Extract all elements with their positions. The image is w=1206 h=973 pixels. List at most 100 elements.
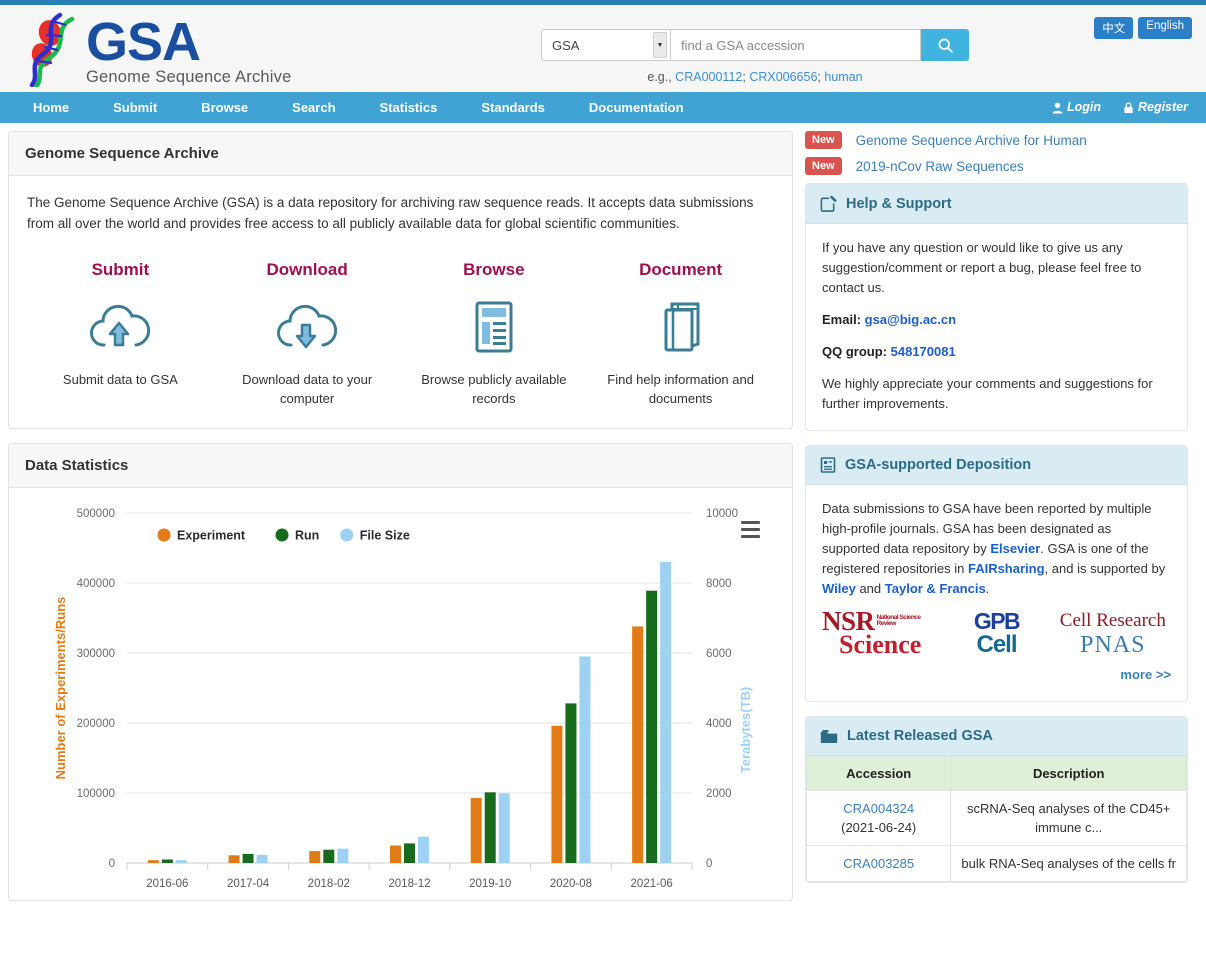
- accession-link[interactable]: CRA004324: [843, 801, 914, 816]
- latest-released-title: Latest Released GSA: [847, 728, 993, 744]
- accession-link[interactable]: CRA003285: [843, 856, 914, 871]
- journal-logo-pnas[interactable]: PNAS: [1080, 635, 1145, 655]
- hamburger-menu-icon[interactable]: [741, 521, 760, 538]
- journal-logo-cell-research[interactable]: Cell Research: [1060, 611, 1166, 631]
- table-row[interactable]: CRA004324 (2021-06-24) scRNA-Seq analyse…: [807, 791, 1187, 846]
- quick-action-browse-desc: Browse publicly available records: [415, 370, 574, 408]
- quick-action-submit[interactable]: Submit Submit data to GSA: [27, 260, 214, 408]
- statistics-chart[interactable]: 0100000200000300000400000500000020004000…: [9, 488, 792, 900]
- qq-label: QQ group:: [822, 344, 887, 359]
- quick-action-browse[interactable]: Browse Browse: [401, 260, 588, 408]
- taylor-francis-link[interactable]: Taylor & Francis: [885, 581, 986, 596]
- col-accession: Accession: [807, 757, 951, 791]
- intro-paragraph: The Genome Sequence Archive (GSA) is a d…: [27, 192, 774, 234]
- nav-item-search[interactable]: Search: [270, 92, 357, 123]
- search-icon: [937, 37, 954, 54]
- more-link[interactable]: more >>: [1120, 667, 1171, 682]
- quick-action-download-desc: Download data to your computer: [228, 370, 387, 408]
- svg-text:2020-08: 2020-08: [550, 878, 592, 890]
- svg-text:2017-04: 2017-04: [227, 878, 270, 890]
- fairsharing-link[interactable]: FAIRsharing: [968, 561, 1045, 576]
- news-link-human[interactable]: Genome Sequence Archive for Human: [856, 133, 1087, 148]
- cell-accession: CRA004324 (2021-06-24): [807, 791, 951, 846]
- nav-item-statistics[interactable]: Statistics: [358, 92, 460, 123]
- svg-text:100000: 100000: [77, 788, 115, 800]
- login-button[interactable]: Login: [1030, 92, 1101, 123]
- svg-text:Number of Experiments/Runs: Number of Experiments/Runs: [53, 597, 68, 780]
- quick-actions: Submit Submit data to GSA Download: [27, 260, 774, 408]
- nav-item-standards[interactable]: Standards: [459, 92, 567, 123]
- svg-text:0: 0: [706, 858, 712, 870]
- svg-text:8000: 8000: [706, 578, 732, 590]
- table-row[interactable]: CRA003285 bulk RNA-Seq analyses of the c…: [807, 846, 1187, 882]
- lang-english-button[interactable]: English: [1138, 17, 1192, 39]
- dna-helix-icon: [22, 11, 84, 87]
- svg-text:2019-10: 2019-10: [469, 878, 511, 890]
- left-column: Genome Sequence Archive The Genome Seque…: [8, 131, 793, 915]
- help-paragraph-2: We highly appreciate your comments and s…: [822, 374, 1171, 414]
- search-scope-select[interactable]: GSA ▼: [541, 29, 671, 61]
- search-input[interactable]: [671, 29, 921, 61]
- svg-text:400000: 400000: [77, 578, 115, 590]
- journal-logo-nsr[interactable]: NSRNational Science Review: [822, 611, 938, 631]
- dep-text-4: and: [856, 581, 885, 596]
- svg-text:0: 0: [109, 858, 115, 870]
- quick-action-document-desc: Find help information and documents: [601, 370, 760, 408]
- news-item[interactable]: New Genome Sequence Archive for Human: [805, 131, 1188, 149]
- deposition-header: GSA-supported Deposition: [806, 446, 1187, 485]
- svg-text:6000: 6000: [706, 648, 732, 660]
- svg-text:File Size: File Size: [360, 529, 410, 543]
- register-button[interactable]: Register: [1101, 92, 1188, 123]
- elsevier-link[interactable]: Elsevier: [990, 541, 1040, 556]
- news-list: New Genome Sequence Archive for Human Ne…: [805, 131, 1188, 175]
- svg-text:Experiment: Experiment: [177, 529, 246, 543]
- nav-item-home[interactable]: Home: [0, 92, 91, 123]
- search-example-3[interactable]: human: [824, 70, 862, 84]
- help-support-panel: Help & Support If you have any question …: [805, 183, 1188, 431]
- panel-title-gsa: Genome Sequence Archive: [9, 132, 792, 176]
- nav-item-browse[interactable]: Browse: [179, 92, 270, 123]
- dep-text-5: .: [986, 581, 990, 596]
- col-description: Description: [951, 757, 1187, 791]
- svg-text:500000: 500000: [77, 508, 115, 520]
- journal-logo-cell[interactable]: Cell: [976, 635, 1016, 655]
- site-logo[interactable]: GSA Genome Sequence Archive: [22, 11, 291, 87]
- cell-description: scRNA-Seq analyses of the CD45+ immune c…: [951, 791, 1187, 846]
- svg-text:10000: 10000: [706, 508, 738, 520]
- wiley-link[interactable]: Wiley: [822, 581, 856, 596]
- nav-item-documentation[interactable]: Documentation: [567, 92, 706, 123]
- lang-chinese-button[interactable]: 中文: [1094, 17, 1133, 39]
- email-link[interactable]: gsa@big.ac.cn: [865, 312, 956, 327]
- nav-item-submit[interactable]: Submit: [91, 92, 179, 123]
- search-example-2[interactable]: CRX006656: [749, 70, 817, 84]
- latest-released-table: Accession Description CRA004324 (2021-06…: [806, 756, 1187, 882]
- chart-svg[interactable]: 0100000200000300000400000500000020004000…: [9, 488, 792, 900]
- email-label: Email:: [822, 312, 861, 327]
- latest-released-gsa-panel: Latest Released GSA Accession Descriptio…: [805, 716, 1188, 883]
- journal-logo-gpb[interactable]: GPB: [974, 611, 1019, 631]
- panel-body-gsa: The Genome Sequence Archive (GSA) is a d…: [9, 176, 792, 428]
- search-button[interactable]: [921, 29, 969, 61]
- help-support-body: If you have any question or would like t…: [806, 224, 1187, 430]
- search-example-1[interactable]: CRA000112: [675, 70, 742, 84]
- search-hint: e.g., CRA000112; CRX006656; human: [541, 70, 969, 84]
- search-area: GSA ▼ e.g., CRA000112; CRX006656; human: [541, 29, 969, 84]
- svg-text:2018-02: 2018-02: [308, 878, 350, 890]
- quick-action-download[interactable]: Download Download data to your computer: [214, 260, 401, 408]
- help-qq-row: QQ group: 548170081: [822, 342, 1171, 362]
- qq-link[interactable]: 548170081: [891, 344, 956, 359]
- folder-icon: [820, 729, 838, 744]
- svg-text:2018-12: 2018-12: [388, 878, 430, 890]
- site-header: GSA Genome Sequence Archive GSA ▼ e.g., …: [0, 5, 1206, 92]
- journal-logos: NSRNational Science Review GPB Cell Rese…: [822, 611, 1171, 655]
- quick-action-document[interactable]: Document Find help information and docum…: [587, 260, 774, 408]
- news-link-ncov[interactable]: 2019-nCov Raw Sequences: [856, 159, 1024, 174]
- svg-text:2000: 2000: [706, 788, 732, 800]
- latest-released-header: Latest Released GSA: [806, 717, 1187, 756]
- logo-title: GSA: [86, 19, 291, 65]
- journal-logo-science[interactable]: Science: [839, 635, 921, 655]
- language-switcher: 中文 English: [1094, 17, 1192, 39]
- news-item[interactable]: New 2019-nCov Raw Sequences: [805, 157, 1188, 175]
- logo-subtitle: Genome Sequence Archive: [86, 68, 291, 87]
- document-list-icon: [415, 296, 574, 358]
